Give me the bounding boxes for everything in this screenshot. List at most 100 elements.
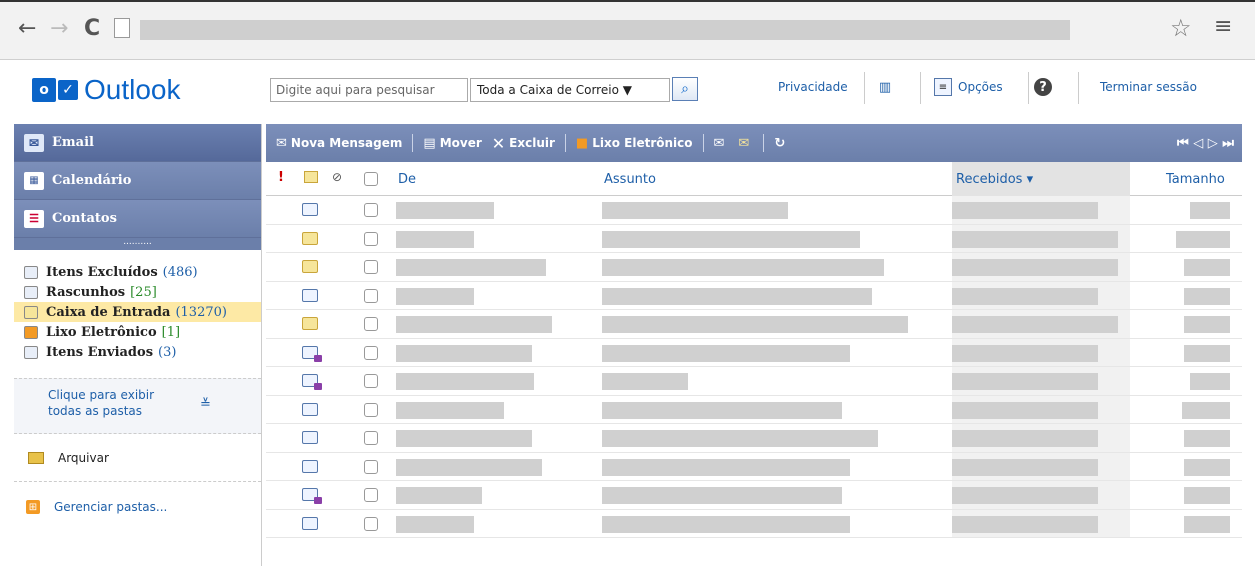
table-row[interactable] (266, 367, 1242, 396)
nav-contacts[interactable]: ☰ Contatos (14, 200, 261, 238)
column-subject[interactable]: Assunto (604, 172, 656, 187)
divider (564, 134, 566, 152)
table-row[interactable] (266, 452, 1242, 481)
junk-button[interactable]: ■ Lixo Eletrônico (576, 136, 693, 151)
mark-unread-button[interactable]: ✉ (738, 136, 753, 151)
search-input[interactable]: Digite aqui para pesquisar (270, 78, 468, 102)
reload-icon[interactable]: C (84, 16, 100, 41)
redacted-subject (602, 287, 872, 305)
table-row[interactable] (266, 310, 1242, 339)
divider (412, 134, 414, 152)
row-checkbox[interactable] (364, 345, 378, 360)
options-link[interactable]: Opções (958, 80, 1003, 94)
table-row[interactable] (266, 395, 1242, 424)
row-checkbox[interactable] (364, 488, 378, 502)
read-mail-icon (302, 431, 318, 444)
redacted-size (1184, 515, 1230, 533)
redacted-size (1184, 430, 1230, 447)
redacted-size (1184, 344, 1230, 362)
forward-icon[interactable]: → (50, 16, 68, 41)
column-size[interactable]: Tamanho (1166, 172, 1225, 187)
privacy-link[interactable]: Privacidade (778, 80, 848, 94)
folder-sent[interactable]: Itens Enviados (3) (14, 342, 261, 362)
address-book-icon[interactable]: ▥ (876, 78, 894, 96)
redacted-size (1176, 230, 1230, 248)
folder-drafts[interactable]: Rascunhos [25] (14, 282, 261, 302)
folder-name: Rascunhos (46, 284, 126, 300)
table-row[interactable] (266, 424, 1242, 453)
mail-icon[interactable] (304, 171, 318, 183)
redacted-received (952, 230, 1118, 248)
folder-count: [25] (130, 284, 157, 300)
table-row[interactable] (266, 509, 1242, 538)
app-header: o ✓ Outlook Digite aqui para pesquisar T… (14, 62, 1242, 120)
search-scope-select[interactable]: Toda a Caixa de Correio ▼ (470, 78, 670, 102)
table-row[interactable] (266, 253, 1242, 282)
row-checkbox[interactable] (364, 288, 378, 303)
redacted-from (396, 344, 532, 362)
row-checkbox[interactable] (364, 203, 378, 217)
row-checkbox[interactable] (364, 402, 378, 417)
show-all-folders-link[interactable]: Clique para exibir todas as pastas ≚ (14, 378, 261, 434)
folder-junk[interactable]: Lixo Eletrônico [1] (14, 322, 261, 342)
browser-menu-icon[interactable]: ≡ (1214, 14, 1232, 39)
delete-button[interactable]: ✕ Excluir (492, 134, 555, 153)
row-checkbox[interactable] (364, 260, 378, 274)
resize-handle[interactable]: .......... (14, 238, 261, 250)
redacted-subject (602, 487, 842, 504)
page-icon (114, 18, 130, 38)
folder-list: Itens Excluídos (486) Rascunhos [25] Cai… (14, 250, 261, 362)
archive-folder[interactable]: Arquivar (14, 434, 261, 482)
new-message-button[interactable]: ✉ Nova Mensagem (276, 136, 402, 151)
logo-text: Outlook (84, 74, 181, 105)
help-icon[interactable]: ? (1034, 78, 1052, 96)
redacted-from (396, 458, 542, 476)
reply-mail-icon (302, 345, 322, 362)
folder-name: Itens Enviados (46, 344, 154, 360)
column-from[interactable]: De (398, 172, 416, 187)
address-bar[interactable] (140, 20, 1070, 40)
table-row[interactable] (266, 196, 1242, 225)
row-checkbox[interactable] (364, 231, 378, 246)
redacted-subject (602, 344, 850, 362)
folder-count: (13270) (175, 304, 227, 320)
select-all-checkbox[interactable] (364, 172, 378, 186)
table-row[interactable] (266, 338, 1242, 367)
folder-name: Itens Excluídos (46, 264, 158, 280)
redacted-received (952, 487, 1098, 504)
folder-deleted-items[interactable]: Itens Excluídos (486) (14, 262, 261, 282)
move-button[interactable]: ▤ Mover (423, 136, 481, 151)
table-row[interactable] (266, 481, 1242, 510)
outlook-logo[interactable]: o ✓ Outlook (32, 74, 181, 106)
row-checkbox[interactable] (364, 374, 378, 388)
row-checkbox[interactable] (364, 516, 378, 531)
button-label: Nova Mensagem (290, 136, 403, 150)
row-checkbox[interactable] (364, 431, 378, 445)
junk-icon (24, 325, 38, 339)
nav-email[interactable]: ✉ Email (14, 124, 261, 162)
importance-icon[interactable]: ! (278, 170, 284, 185)
manage-folders-link[interactable]: ⊞ Gerenciar pastas... (14, 482, 261, 532)
table-row[interactable] (266, 281, 1242, 310)
search-button[interactable]: ⌕ (672, 77, 698, 101)
redacted-size (1190, 202, 1230, 219)
nav-label: Contatos (52, 211, 117, 226)
back-icon[interactable]: ← (18, 16, 36, 41)
row-checkbox[interactable] (364, 459, 378, 474)
attachment-icon[interactable]: ⊘ (332, 170, 346, 184)
pager[interactable]: ⏮ ◁ ▷ ⏭ (1177, 136, 1234, 151)
unread-mail-icon (302, 317, 318, 330)
message-pane: ✉ Nova Mensagem ▤ Mover ✕ Excluir ■ Lixo… (266, 124, 1242, 566)
folder-inbox[interactable]: Caixa de Entrada (13270) (14, 302, 261, 322)
mark-read-button[interactable]: ✉ (714, 136, 729, 151)
manage-label: Gerenciar pastas... (54, 500, 168, 514)
read-mail-icon (302, 402, 318, 416)
nav-label: Calendário (52, 173, 132, 188)
table-row[interactable] (266, 224, 1242, 253)
signout-link[interactable]: Terminar sessão (1100, 80, 1197, 94)
bookmark-star-icon[interactable]: ☆ (1170, 14, 1192, 42)
refresh-button[interactable]: ↻ (774, 136, 789, 151)
column-received[interactable]: Recebidos ▾ (952, 162, 1130, 196)
row-checkbox[interactable] (364, 317, 378, 331)
nav-calendar[interactable]: ▦ Calendário (14, 162, 261, 200)
